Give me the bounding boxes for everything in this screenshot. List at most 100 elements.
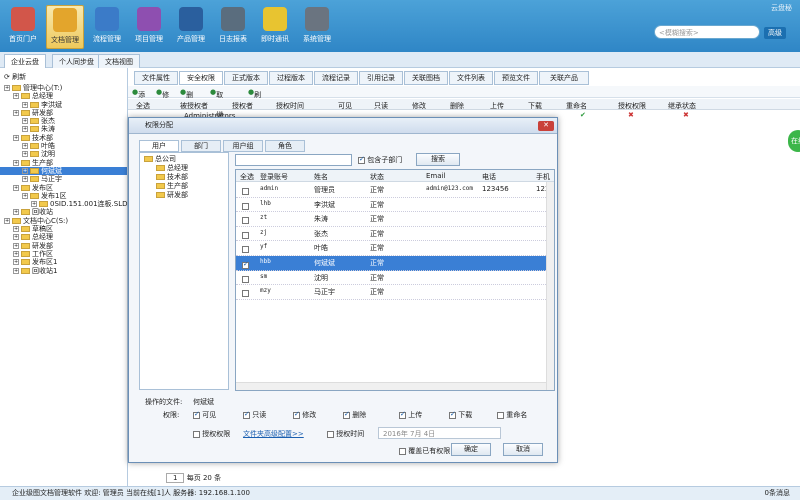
tree-node[interactable]: +0SID.151.001连板.SLD [0,200,127,208]
tree-node[interactable]: + 研发部 [0,109,127,117]
menu-globe-button[interactable]: 产品管理 [172,5,210,49]
expand-icon[interactable]: + [22,118,28,125]
refresh-action[interactable]: ● 刷新 [248,88,261,109]
tree-node[interactable]: + 文档中心C(S:) [0,217,127,225]
expand-icon[interactable]: + [22,167,28,174]
tree-node[interactable]: + 沈明 [0,150,127,158]
tree-node[interactable]: + 总经理 [0,92,127,100]
user-search-input[interactable] [235,154,352,166]
table-row[interactable]: lhb 李洪斌 正常 [236,198,554,213]
tree-node[interactable]: + 何斌斌 [0,166,127,176]
message-count[interactable]: 0条消息 [765,487,790,500]
table-row[interactable]: zj 张杰 正常 [236,227,554,242]
perm-checkbox[interactable]: 上传 [399,410,422,420]
table-row[interactable]: hbb何斌斌正常 [236,256,554,271]
expand-icon[interactable]: + [4,85,10,91]
tree-node[interactable]: + 马正宇 [0,175,127,183]
cancel-inherit-action[interactable]: ● 取消继承 [210,88,223,129]
expand-icon[interactable]: + [22,101,28,108]
online-bubble[interactable]: 在线 [788,130,800,152]
menu-chat-button[interactable]: 即时通讯 [256,5,294,49]
include-sub-checkbox[interactable]: 包含子部门 [358,155,402,165]
tree-node[interactable]: + 生产部 [0,159,127,167]
expand-icon[interactable]: + [4,217,10,224]
expand-icon[interactable]: + [22,126,28,133]
search-button[interactable]: 搜索 [416,153,460,166]
panel-tab[interactable]: 预览文件 [494,71,538,85]
table-row[interactable]: mzy 马正宇 正常 [236,285,554,300]
org-node[interactable]: 总公司 [142,155,226,164]
override-checkbox[interactable]: 覆盖已有权限 [399,446,450,456]
expand-icon[interactable]: + [13,267,19,274]
perm-checkbox[interactable]: 重命名 [497,410,527,420]
menu-home-button[interactable]: 首页门户 [4,5,42,49]
tab-personal-sync[interactable]: 个人同步盘 [52,54,101,68]
row-checkbox[interactable] [242,259,249,269]
horizontal-scrollbar[interactable] [236,382,546,390]
menu-log-button[interactable]: 日志报表 [214,5,252,49]
ok-button[interactable]: 确定 [451,443,491,456]
org-node[interactable]: 总经理 [142,164,226,173]
refresh-button[interactable]: ⟳ 刷新 [0,68,127,84]
org-node[interactable]: 研发部 [142,191,226,200]
panel-tab[interactable]: 过程版本 [269,71,313,85]
date-picker[interactable]: 2016年 7月 4日 [378,427,501,439]
expand-icon[interactable]: + [13,226,19,233]
expand-icon[interactable]: + [13,109,19,116]
expand-icon[interactable]: + [13,159,19,166]
table-row[interactable]: zt 朱涛 正常 [236,212,554,227]
tree-node[interactable]: + 技术部 [0,134,127,142]
tree-node[interactable]: + 朱涛 [0,125,127,133]
tab-department[interactable]: 部门 [181,140,221,152]
menu-books-button[interactable]: 项目管理 [130,5,168,49]
panel-tab[interactable]: 引用记录 [359,71,403,85]
expand-icon[interactable]: + [13,242,19,249]
tab-user[interactable]: 用户 [139,140,179,152]
expand-icon[interactable]: + [13,234,19,241]
edit-action[interactable]: ● 修改 [156,88,169,109]
delete-action[interactable]: ● 删除 [180,88,193,109]
tree-node[interactable]: + 研发部 [0,242,127,250]
expand-icon[interactable]: + [13,134,19,141]
expand-icon[interactable]: + [13,259,19,266]
tree-node[interactable]: + 李洪斌 [0,101,127,109]
tab-doc-view[interactable]: 文档视图 [98,54,140,68]
perm-checkbox[interactable]: 只读 [243,410,266,420]
tree-node[interactable]: + 管理中心(T:) [0,84,127,92]
advanced-search-button[interactable]: 高级 [764,27,786,39]
grant-perm-checkbox[interactable]: 授权权限 [193,429,230,439]
tab-role[interactable]: 角色 [265,140,305,152]
panel-tab[interactable]: 关联图档 [404,71,448,85]
expand-icon[interactable]: + [22,176,28,183]
perm-checkbox[interactable]: 删除 [343,410,366,420]
menu-gear-button[interactable]: 系统管理 [298,5,336,49]
tree-node[interactable]: + 发布区1 [0,258,127,266]
tree-node[interactable]: + 发布1区 [0,192,127,200]
expand-icon[interactable]: + [13,209,19,216]
tree-node[interactable]: + 工作区 [0,250,127,258]
tree-node[interactable]: + 总经理 [0,233,127,241]
tree-node[interactable]: + 草稿区 [0,225,127,233]
panel-tab[interactable]: 关联产品 [539,71,589,85]
org-node[interactable]: 生产部 [142,182,226,191]
tree-node[interactable]: + 张杰 [0,117,127,125]
tab-user-group[interactable]: 用户组 [223,140,263,152]
perm-checkbox[interactable]: 可见 [193,410,216,420]
panel-tab[interactable]: 文件列表 [449,71,493,85]
tree-node[interactable]: + 发布区 [0,184,127,192]
grant-time-checkbox[interactable]: 授权时间 [327,429,364,439]
panel-tab[interactable]: 安全权限 [179,71,223,85]
advanced-config-link[interactable]: 文件夹高级配置>> [243,429,304,439]
perm-checkbox[interactable]: 下载 [449,410,472,420]
expand-icon[interactable]: + [22,192,28,199]
org-node[interactable]: 技术部 [142,173,226,182]
panel-tab[interactable]: 正式版本 [224,71,268,85]
perm-checkbox[interactable]: 修改 [293,410,316,420]
vertical-scrollbar[interactable] [546,182,554,390]
cancel-button[interactable]: 取消 [503,443,543,456]
search-input[interactable]: <模糊搜索> [654,25,760,39]
table-row[interactable]: admin管理员正常admin@123.com123456123456 [236,183,554,198]
tab-enterprise-cloud[interactable]: 企业云盘 [4,54,46,68]
menu-flow-button[interactable]: 流程管理 [88,5,126,49]
table-row[interactable]: yf 叶皓 正常 [236,241,554,256]
